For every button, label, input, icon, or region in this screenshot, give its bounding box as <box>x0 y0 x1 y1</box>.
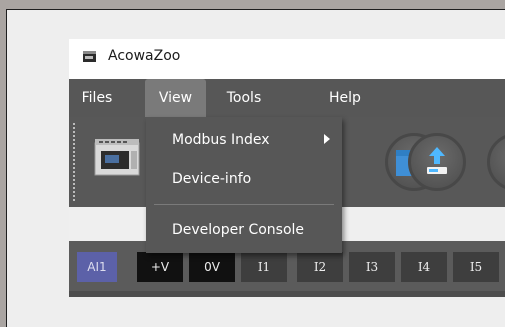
view-dropdown-menu: Modbus Index Device-info Developer Conso… <box>146 117 342 253</box>
menu-help[interactable]: Help <box>322 79 368 117</box>
menu-item-device-info[interactable]: Device-info <box>146 164 342 194</box>
submenu-arrow-icon <box>324 134 330 144</box>
terminal-i5[interactable]: I5 <box>453 252 499 282</box>
menu-item-modbus-index-label: Modbus Index <box>172 132 270 148</box>
window-title: AcowaZoo <box>108 48 181 64</box>
upload-icon <box>427 147 447 174</box>
terminal-ai1[interactable]: AI1 <box>77 252 117 282</box>
menu-files[interactable]: Files <box>74 79 120 117</box>
device-thumbnail-icon[interactable] <box>93 137 143 181</box>
terminal-row-bottom <box>69 291 505 297</box>
menu-item-developer-console[interactable]: Developer Console <box>146 215 342 245</box>
terminal-i3[interactable]: I3 <box>349 252 395 282</box>
menu-item-modbus-index[interactable]: Modbus Index <box>146 125 342 155</box>
terminal-i2[interactable]: I2 <box>297 252 343 282</box>
menu-view[interactable]: View <box>145 79 206 117</box>
terminal-plus-v[interactable]: +V <box>137 252 183 282</box>
terminal-i4[interactable]: I4 <box>401 252 447 282</box>
device-icon <box>83 51 96 62</box>
terminal-0v[interactable]: 0V <box>189 252 235 282</box>
upload-button[interactable] <box>408 133 466 191</box>
terminal-i1[interactable]: I1 <box>241 252 287 282</box>
menu-tools[interactable]: Tools <box>216 79 272 117</box>
title-bar: AcowaZoo <box>69 39 505 79</box>
toolbar-grip-handle[interactable] <box>73 123 75 201</box>
toolbar-button-partial[interactable] <box>487 133 505 191</box>
menu-separator <box>154 204 334 205</box>
menu-bar: Files View Tools Help <box>69 79 505 117</box>
